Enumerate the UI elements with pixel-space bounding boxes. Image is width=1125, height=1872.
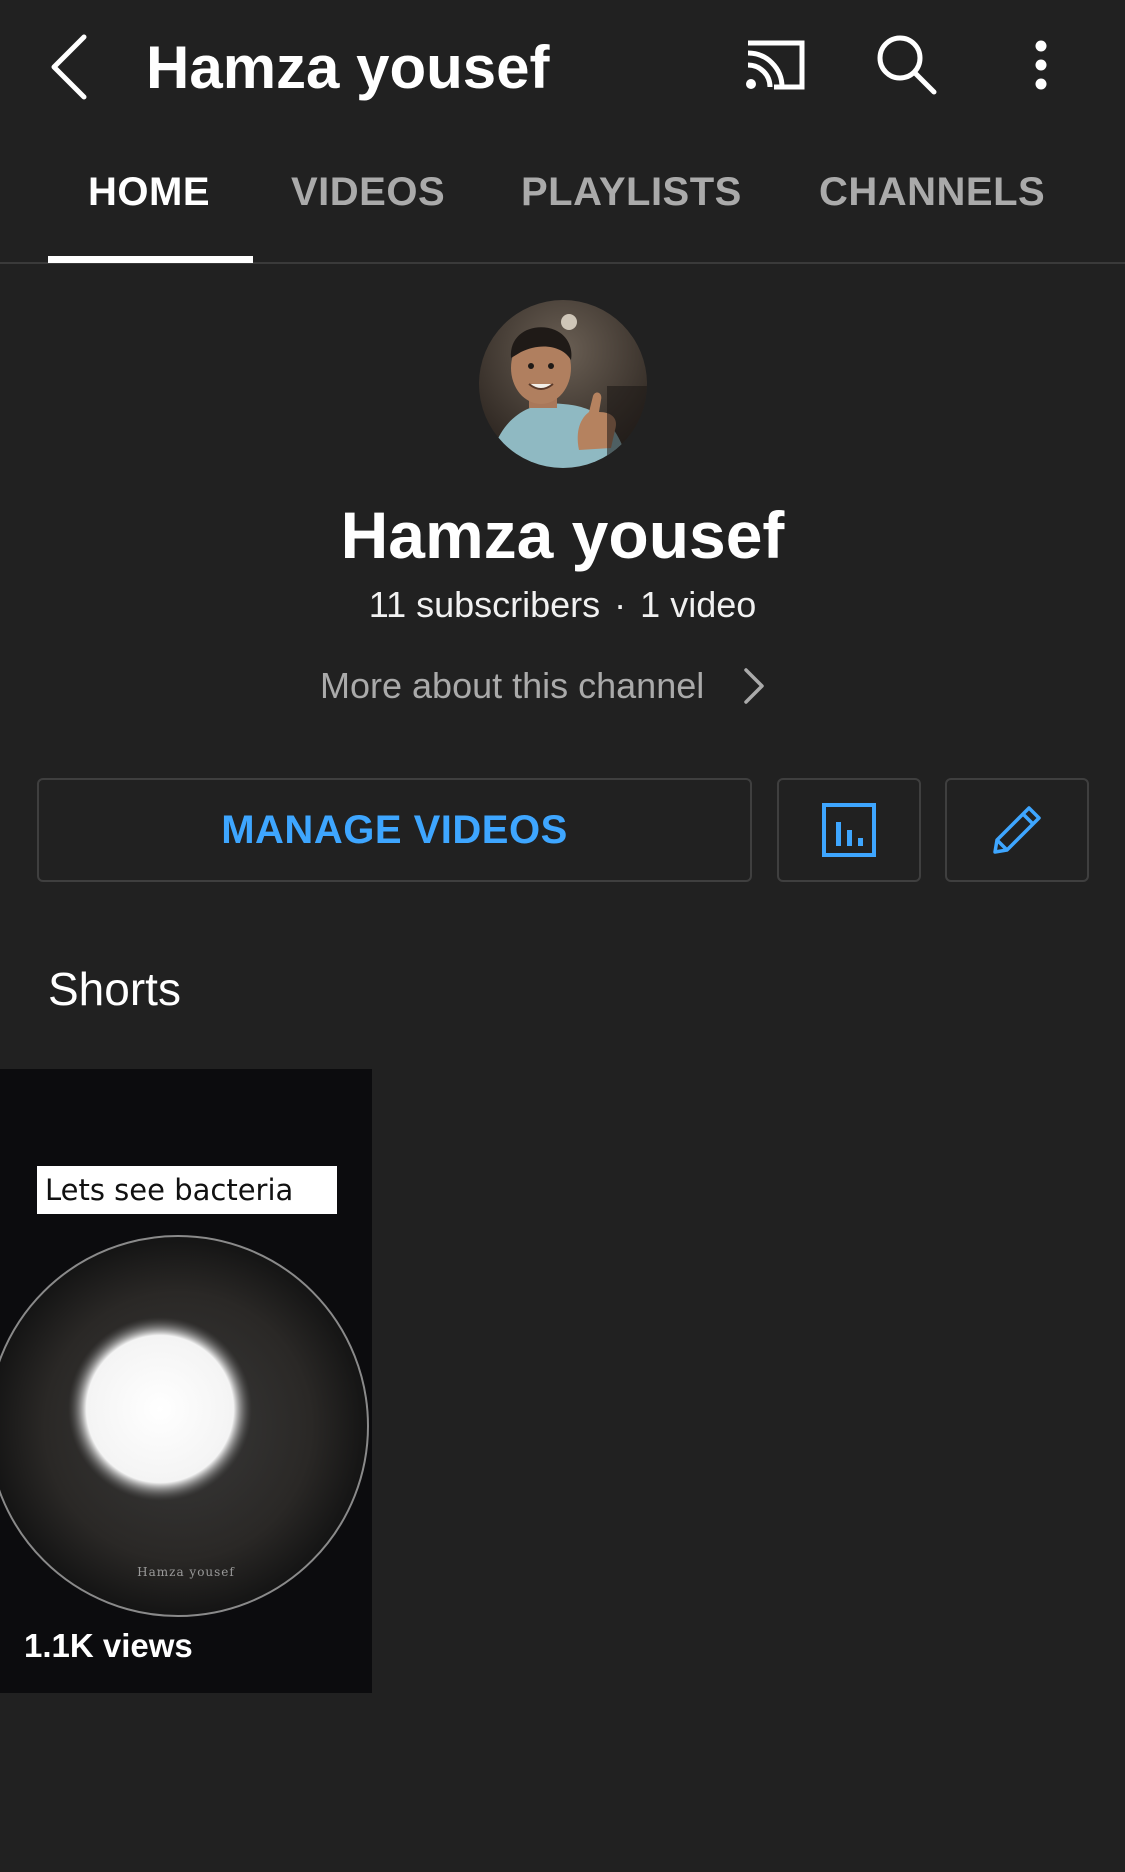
short-view-count: 1.1K views [24, 1627, 193, 1664]
cast-button[interactable] [740, 35, 810, 95]
channel-name: Hamza yousef [340, 498, 785, 572]
cast-icon [746, 40, 805, 90]
app-bar: Hamza yousef [0, 0, 1125, 135]
channel-tabs: HOME VIDEOS PLAYLISTS CHANNELS [0, 150, 1125, 264]
more-options-button[interactable] [1020, 35, 1062, 95]
manage-videos-button[interactable]: MANAGE VIDEOS [37, 778, 752, 882]
search-icon [877, 35, 937, 95]
back-arrow-icon [51, 34, 87, 100]
search-button[interactable] [872, 30, 942, 100]
more-vert-icon [1035, 40, 1047, 90]
subscriber-count: 11 subscribers [368, 584, 601, 625]
edit-pencil-icon [993, 806, 1041, 854]
back-button[interactable] [40, 25, 110, 110]
tab-home[interactable]: HOME [88, 170, 210, 215]
tab-playlists[interactable]: PLAYLISTS [521, 170, 742, 215]
short-thumbnail [0, 1069, 372, 1693]
app-bar-title: Hamza yousef [146, 34, 550, 101]
avatar-image [479, 300, 647, 468]
more-about-label: More about this channel [320, 665, 705, 706]
channel-page: Hamza yousef HOME VIDEOS PLAYLISTS CHANN… [0, 0, 1125, 1872]
tab-videos[interactable]: VIDEOS [291, 170, 445, 215]
stats-separator: · [614, 584, 627, 625]
edit-channel-button[interactable] [945, 778, 1089, 882]
shorts-section-title: Shorts [48, 963, 181, 1015]
short-caption: Lets see bacteria [37, 1166, 337, 1214]
channel-stats: 11 subscribers · 1 video [0, 582, 1125, 628]
video-count: 1 video [640, 584, 757, 625]
analytics-button[interactable] [777, 778, 921, 882]
short-video-card[interactable]: Lets see bacteria Hamza yousef 1.1K view… [0, 1069, 372, 1693]
tab-channels[interactable]: CHANNELS [819, 170, 1045, 215]
chevron-right-icon [744, 668, 764, 704]
analytics-icon [822, 803, 876, 857]
short-watermark: Hamza yousef [137, 1565, 235, 1579]
more-about-channel-link[interactable]: More about this channel [320, 660, 768, 712]
avatar[interactable] [479, 300, 647, 468]
active-tab-indicator [48, 256, 253, 263]
